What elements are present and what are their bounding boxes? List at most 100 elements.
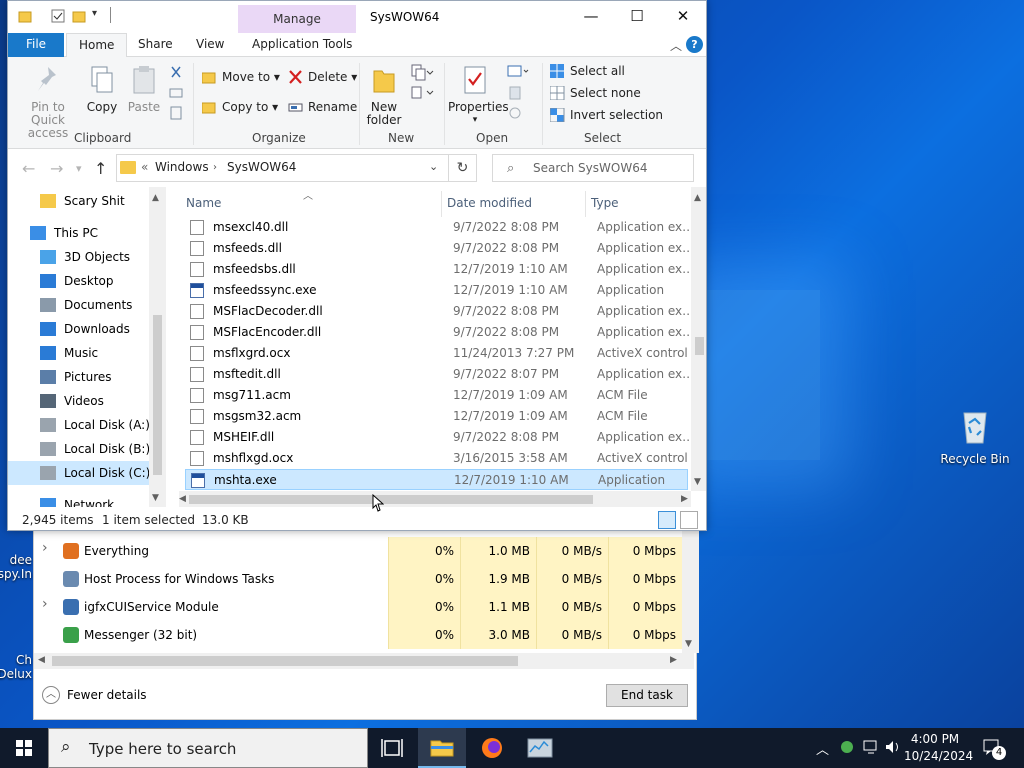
process-row[interactable]: › Everything 0% 1.0 MB 0 MB/s 0 Mbps <box>34 537 682 565</box>
new-item-icons[interactable] <box>410 63 434 103</box>
windows-start-icon[interactable] <box>0 728 48 768</box>
nav-item-desktop[interactable]: Desktop <box>8 269 154 293</box>
expand-chevron-icon[interactable]: › <box>42 596 52 612</box>
nav-item-music[interactable]: Music <box>8 341 154 365</box>
properties-check-icon[interactable] <box>51 9 65 23</box>
paste-button[interactable]: Paste <box>126 65 162 114</box>
properties-button[interactable]: Properties ▾ <box>448 65 509 127</box>
file-row[interactable]: mshflxgd.ocx 3/16/2015 3:58 AM ActiveX con… <box>185 448 688 469</box>
column-header-date-modified[interactable]: Date modified <box>447 196 532 210</box>
back-arrow-icon[interactable]: ← <box>22 159 35 178</box>
volume-icon[interactable] <box>884 739 902 755</box>
minimize-button[interactable]: — <box>568 1 614 31</box>
file-row[interactable]: mshta.exe 12/7/2019 1:10 AM Application <box>185 469 688 490</box>
nav-item-this-pc[interactable]: This PC <box>8 221 154 245</box>
nav-item-local-disk-a[interactable]: Local Disk (A:) <box>8 413 154 437</box>
chevron-up-icon[interactable]: ︿ <box>42 686 60 704</box>
rename-button[interactable]: Rename <box>288 97 357 117</box>
file-list-horizontal-scrollbar[interactable]: ◀ ▶ <box>179 491 691 507</box>
column-divider[interactable] <box>585 191 586 217</box>
taskbar-search-box[interactable]: ⌕ Type here to search <box>48 728 368 768</box>
desktop-shortcut-1[interactable]: dee spy.In <box>0 553 32 581</box>
scroll-down-arrow-icon[interactable]: ▼ <box>694 477 701 487</box>
scroll-left-arrow-icon[interactable]: ◀ <box>38 655 45 665</box>
forward-arrow-icon[interactable]: → <box>50 159 63 178</box>
new-folder-icon[interactable] <box>72 9 86 23</box>
clock-date[interactable]: 10/24/2024 <box>904 749 973 763</box>
new-folder-button[interactable]: New folder <box>364 65 404 127</box>
tab-application-tools[interactable]: Application Tools <box>240 33 364 57</box>
network-icon[interactable] <box>862 739 880 755</box>
process-row[interactable]: Messenger (32 bit) 0% 3.0 MB 0 MB/s 0 Mbps <box>34 621 682 649</box>
nav-item-downloads[interactable]: Downloads <box>8 317 154 341</box>
maximize-button[interactable]: ☐ <box>614 1 660 31</box>
taskbar-firefox[interactable] <box>468 728 516 768</box>
show-hidden-icons-chevron-icon[interactable]: ︿ <box>816 739 829 758</box>
fewer-details-link[interactable]: Fewer details <box>67 688 147 702</box>
file-row[interactable]: MSFlacEncoder.dll 9/7/2022 8:08 PM Applica… <box>185 322 695 343</box>
recycle-bin-desktop-icon[interactable]: Recycle Bin <box>940 405 1010 466</box>
file-row[interactable]: msftedit.dll 9/7/2022 8:07 PM Application … <box>185 364 695 385</box>
file-row[interactable]: MSFlacDecoder.dll 9/7/2022 8:08 PM Applica… <box>185 301 695 322</box>
process-row[interactable]: Host Process for Windows Tasks 0% 1.9 MB 0 … <box>34 565 682 593</box>
invert-selection-button[interactable]: Invert selection <box>550 105 663 125</box>
column-divider[interactable] <box>441 191 442 217</box>
file-row[interactable]: msfeeds.dll 9/7/2022 8:08 PM Application e… <box>185 238 695 259</box>
scroll-down-arrow-icon[interactable]: ▼ <box>685 639 692 649</box>
scroll-up-arrow-icon[interactable]: ▲ <box>694 193 701 203</box>
column-header-name[interactable]: Name <box>186 196 221 210</box>
file-list-scroll-thumb[interactable] <box>695 337 704 355</box>
breadcrumb-separator-icon[interactable]: › <box>213 162 217 173</box>
file-list-vertical-scrollbar[interactable]: ▲ ▼ <box>691 187 706 491</box>
tab-home[interactable]: Home <box>66 33 128 58</box>
address-overflow[interactable]: « <box>141 160 148 174</box>
scroll-right-arrow-icon[interactable]: ▶ <box>670 655 677 665</box>
file-row[interactable]: msfeedsbs.dll 12/7/2019 1:10 AM Applicatio… <box>185 259 695 280</box>
recent-locations-chevron-icon[interactable]: ▾ <box>76 162 82 175</box>
tab-view[interactable]: View <box>184 33 236 57</box>
file-row[interactable]: MSHEIF.dll 9/7/2022 8:08 PM Application ex… <box>185 427 695 448</box>
copy-button[interactable]: Copy <box>84 65 120 114</box>
clipboard-small-tools[interactable] <box>168 65 184 123</box>
customize-toolbar-chevron-icon[interactable]: ▾ <box>92 8 97 19</box>
task-view-icon[interactable] <box>368 728 416 768</box>
help-icon[interactable]: ? <box>686 36 703 53</box>
nav-item-pictures[interactable]: Pictures <box>8 365 154 389</box>
collapse-ribbon-chevron-icon[interactable]: ︿ <box>670 37 682 54</box>
task-manager-horizontal-scrollbar[interactable]: ◀ ▶ <box>34 653 694 669</box>
close-button[interactable]: ✕ <box>660 1 706 31</box>
move-to-button[interactable]: Move to ▾ <box>202 67 280 87</box>
file-row[interactable]: msexcl40.dll 9/7/2022 8:08 PM Application … <box>185 217 695 238</box>
navigation-pane-scrollbar[interactable]: ▲ ▼ <box>149 187 166 507</box>
nav-item-videos[interactable]: Videos <box>8 389 154 413</box>
nav-item-3d-objects[interactable]: 3D Objects <box>8 245 154 269</box>
tab-share[interactable]: Share <box>126 33 185 57</box>
select-all-button[interactable]: Select all <box>550 61 625 81</box>
clock-time[interactable]: 4:00 PM <box>904 732 966 746</box>
taskbar-task-manager[interactable] <box>516 728 564 768</box>
column-header-type[interactable]: Type <box>591 196 619 210</box>
file-row[interactable]: msfeedssync.exe 12/7/2019 1:10 AM Applicat… <box>185 280 688 301</box>
address-history-chevron-icon[interactable]: ⌄ <box>429 160 438 173</box>
details-view-icon[interactable] <box>658 511 676 529</box>
copy-to-button[interactable]: Copy to ▾ <box>202 97 278 117</box>
tray-app-icon[interactable] <box>838 738 856 756</box>
select-none-button[interactable]: Select none <box>550 83 641 103</box>
scroll-up-arrow-icon[interactable]: ▲ <box>152 193 159 203</box>
end-task-button[interactable]: End task <box>606 684 688 707</box>
breadcrumb-syswow64[interactable]: SysWOW64 <box>227 160 296 174</box>
nav-item-documents[interactable]: Documents <box>8 293 154 317</box>
expand-chevron-icon[interactable]: › <box>42 540 52 556</box>
taskbar-file-explorer[interactable] <box>418 728 466 768</box>
open-small-tools[interactable] <box>506 63 530 123</box>
title-bar[interactable]: ▾ Manage SysWOW64 — ☐ ✕ <box>8 1 706 33</box>
nav-item-local-disk-c[interactable]: Local Disk (C:) <box>8 461 154 485</box>
file-row[interactable]: msg711.acm 12/7/2019 1:09 AM ACM File <box>185 385 688 406</box>
desktop-shortcut-2[interactable]: Ch Delux <box>0 653 32 681</box>
file-list-horizontal-thumb[interactable] <box>189 495 593 504</box>
refresh-icon[interactable]: ↻ <box>449 154 477 182</box>
nav-item-scary-shit[interactable]: Scary Shit <box>8 189 154 213</box>
delete-button[interactable]: Delete ▾ <box>288 67 357 87</box>
tab-file[interactable]: File <box>8 33 64 57</box>
tab-manage[interactable]: Manage <box>238 5 356 33</box>
